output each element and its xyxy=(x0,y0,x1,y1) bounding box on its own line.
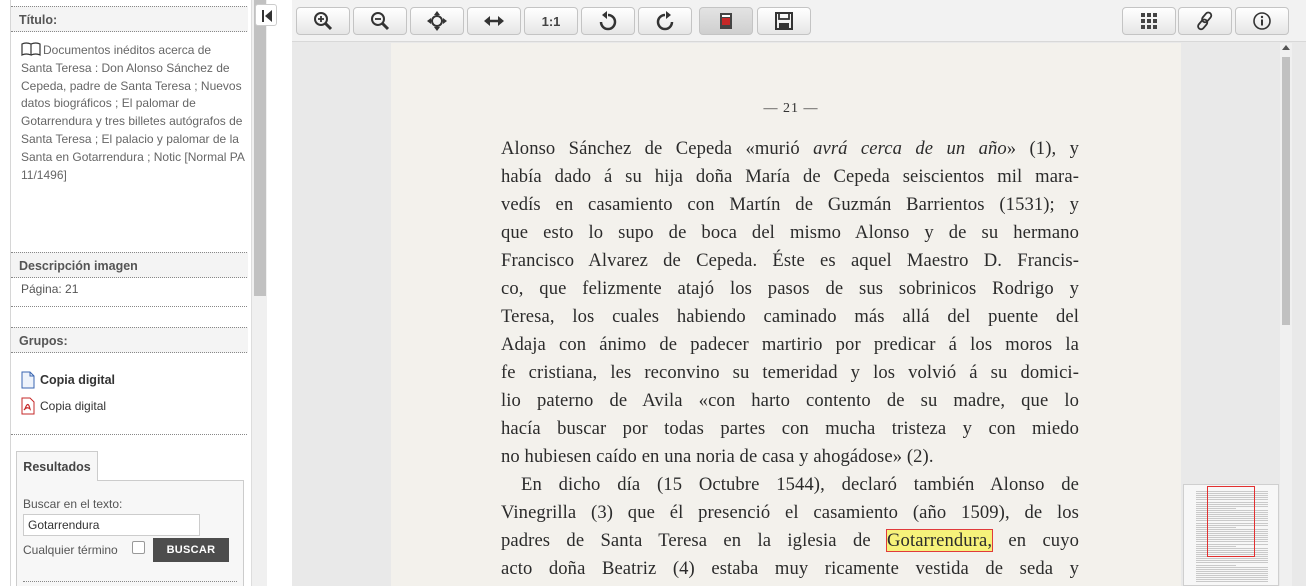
text-line: acto doña Beatriz (4) estaba muy ricamen… xyxy=(501,558,1079,579)
rotate-right-button[interactable] xyxy=(638,7,692,35)
page-number: — 21 — xyxy=(763,101,819,116)
text-line: lio paterno de Avila «con harto contento… xyxy=(501,390,1079,411)
viewer-toolbar: 1:1 xyxy=(292,0,1306,42)
text-line-highlight: padres de Santa Teresa en la iglesia de … xyxy=(501,529,1079,552)
search-label: Buscar en el texto: xyxy=(23,497,123,511)
scroll-up-arrow-icon[interactable] xyxy=(1282,45,1290,50)
zoom-in-button[interactable] xyxy=(296,7,350,35)
text-line: Adaja con ánimo de padecer martirio por … xyxy=(501,334,1079,355)
save-icon xyxy=(775,12,793,30)
rotate-right-icon xyxy=(656,11,674,31)
text-line: En dicho día (15 Octubre 1544), declaró … xyxy=(521,474,1079,495)
text-line: fe cristiana, les reconvino su temeridad… xyxy=(501,362,1079,383)
document-page: — 21 — Alonso Sánchez de Cepeda «murió a… xyxy=(391,43,1181,586)
rotate-left-button[interactable] xyxy=(581,7,635,35)
zoom-out-icon xyxy=(371,12,390,31)
thumbnail-line xyxy=(1196,575,1268,576)
fit-page-button[interactable] xyxy=(410,7,464,35)
results-panel: Resultados Buscar en el texto: Cualquier… xyxy=(16,451,244,586)
scrollbar-thumb[interactable] xyxy=(254,0,266,296)
page-overview-thumbnail[interactable] xyxy=(1183,484,1279,586)
thumbnail-line xyxy=(1196,568,1268,570)
group-label: Copia digital xyxy=(40,399,107,413)
text-line: Francisco Alvarez de Cepeda. Éste es aqu… xyxy=(501,250,1079,271)
book-icon xyxy=(21,42,41,56)
link-icon xyxy=(1197,11,1213,31)
thumbnail-line xyxy=(1196,572,1268,574)
viewer-scrollbar[interactable] xyxy=(1280,43,1292,586)
thumbnail-line xyxy=(1196,564,1236,566)
search-highlight[interactable]: Gotarrendura, xyxy=(886,529,994,552)
left-sidebar: Título: Documentos inéditos acerca de Sa… xyxy=(0,0,268,586)
thumbnail-line xyxy=(1196,581,1268,583)
text-line: había dado á su hija doña María de Ceped… xyxy=(501,166,1079,187)
tab-results[interactable]: Resultados xyxy=(16,451,98,481)
pdf-icon xyxy=(21,397,35,415)
thumbnail-line xyxy=(1196,566,1268,568)
results-tab-content: Buscar en el texto: Cualquier término BU… xyxy=(16,480,244,586)
info-icon xyxy=(1253,12,1271,30)
any-term-checkbox[interactable] xyxy=(132,541,145,554)
text-line: Teresa, los cuales habiendo caminado más… xyxy=(501,306,1079,327)
thumbnail-line xyxy=(1196,560,1268,562)
sidebar-scrollbar[interactable] xyxy=(251,0,267,586)
title-heading: Título: xyxy=(11,6,248,32)
sidebar-panel: Título: Documentos inéditos acerca de Sa… xyxy=(10,0,248,586)
grid-view-button[interactable] xyxy=(1122,7,1176,35)
viewport-indicator[interactable] xyxy=(1207,486,1255,557)
image-mode-button[interactable] xyxy=(699,7,753,35)
grid-icon xyxy=(1141,13,1157,29)
fit-page-icon xyxy=(427,11,447,31)
info-button[interactable] xyxy=(1235,7,1289,35)
text-line: Vinegrilla (3) que él presenció el casam… xyxy=(501,502,1079,523)
divider xyxy=(11,434,248,435)
actual-size-button[interactable]: 1:1 xyxy=(524,7,578,35)
fit-width-icon xyxy=(484,16,504,26)
title-text: Documentos inéditos acerca de Santa Tere… xyxy=(11,38,248,184)
any-term-label: Cualquier término xyxy=(23,543,118,557)
document-icon xyxy=(21,371,35,389)
divider xyxy=(11,306,248,307)
collapse-sidebar-button[interactable] xyxy=(255,4,277,26)
collapse-left-icon xyxy=(262,10,272,22)
fit-width-button[interactable] xyxy=(467,7,521,35)
text-line: co, que felizmente atajó los pasos de su… xyxy=(501,278,1079,299)
search-input[interactable] xyxy=(23,514,200,536)
save-button[interactable] xyxy=(757,7,811,35)
groups-list: Copia digital Copia digital xyxy=(11,367,248,419)
title-description: Documentos inéditos acerca de Santa Tere… xyxy=(21,43,245,182)
page-label: Página: 21 xyxy=(21,282,79,296)
text-line: no hubiesen caído en una noria de casa y… xyxy=(501,446,934,467)
description-heading: Descripción imagen xyxy=(11,252,248,278)
thumbnail-line xyxy=(1196,579,1268,581)
text-line: que esto lo supo de boca del mismo Alons… xyxy=(501,222,1079,243)
text-line: vedís en casamiento con Martín de Guzmán… xyxy=(501,194,1079,215)
thumbnail-line xyxy=(1196,562,1268,564)
thumbnail-line xyxy=(1196,558,1268,560)
zoom-out-button[interactable] xyxy=(353,7,407,35)
link-button[interactable] xyxy=(1178,7,1232,35)
search-button[interactable]: BUSCAR xyxy=(153,538,229,562)
group-item-digital-copy[interactable]: Copia digital xyxy=(21,367,248,393)
group-item-pdf-copy[interactable]: Copia digital xyxy=(21,393,248,419)
scrollbar-thumb[interactable] xyxy=(1282,57,1290,325)
image-icon xyxy=(720,13,732,29)
zoom-in-icon xyxy=(314,12,333,31)
group-label: Copia digital xyxy=(40,373,115,387)
thumbnail-line xyxy=(1196,577,1268,579)
text-line-1: Alonso Sánchez de Cepeda «murió avrá cer… xyxy=(501,138,1079,159)
groups-heading: Grupos: xyxy=(11,327,248,353)
rotate-left-icon xyxy=(599,11,617,31)
text-line: hacía buscar por todas partes con mucha … xyxy=(501,418,1079,439)
actual-size-label: 1:1 xyxy=(541,13,561,29)
divider xyxy=(23,581,237,582)
thumbnail-line xyxy=(1196,570,1268,572)
